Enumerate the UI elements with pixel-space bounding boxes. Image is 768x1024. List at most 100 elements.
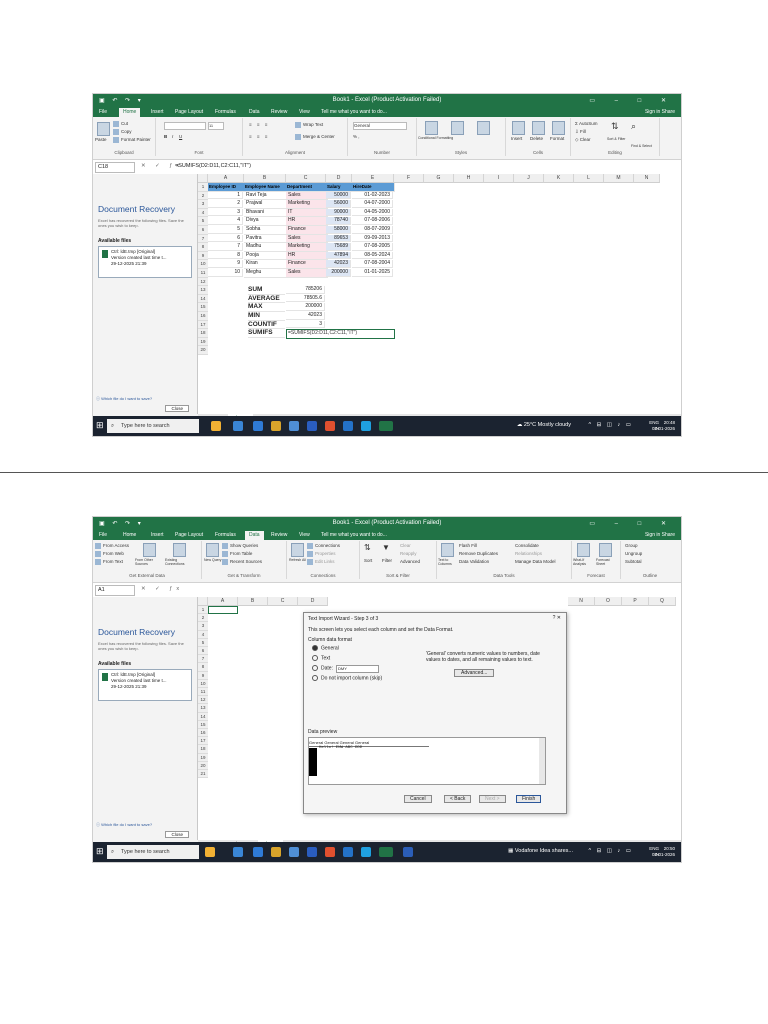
row-header-6[interactable]: 6 bbox=[198, 647, 208, 656]
underline-button[interactable]: U bbox=[179, 134, 182, 139]
row-header-21[interactable]: 21 bbox=[198, 770, 208, 779]
taskbar-search-box[interactable]: ⌕ Type here to search bbox=[107, 845, 199, 859]
column-header-b[interactable]: B bbox=[238, 597, 268, 606]
next-button[interactable]: Next > bbox=[479, 795, 506, 803]
row-header-19[interactable]: 19 bbox=[198, 337, 208, 347]
table-cell[interactable]: 47894 bbox=[326, 251, 351, 260]
row-header-1[interactable]: 1 bbox=[198, 606, 208, 615]
row-header-11[interactable]: 11 bbox=[198, 269, 208, 278]
chrome-icon[interactable] bbox=[325, 421, 335, 431]
column-header-o[interactable]: O bbox=[595, 597, 622, 606]
tab-page-layout[interactable]: Page Layout bbox=[175, 532, 203, 538]
worksheet-grid[interactable]: A B C D E F G H I J K L M N 1 2 3 4 5 6 7 8 9 10 11 12 13 14 15 16 17 1… bbox=[198, 174, 681, 414]
table-cell[interactable]: 01-02-2023 bbox=[352, 191, 393, 200]
column-header-h[interactable]: H bbox=[454, 174, 484, 183]
tab-home[interactable]: Home bbox=[119, 108, 141, 117]
cut-button[interactable]: Cut bbox=[113, 121, 128, 127]
row-header-5[interactable]: 5 bbox=[198, 217, 208, 226]
number-format-buttons[interactable]: % , bbox=[353, 134, 360, 139]
file-explorer-icon[interactable] bbox=[271, 847, 281, 857]
table-cell[interactable]: Finance bbox=[286, 260, 328, 269]
wrap-text-button[interactable]: Wrap Text bbox=[295, 122, 323, 128]
row-header-20[interactable]: 20 bbox=[198, 346, 208, 355]
tell-me-box[interactable]: Tell me what you want to do... bbox=[321, 532, 387, 538]
delete-button[interactable]: Delete bbox=[530, 136, 543, 141]
tab-data[interactable]: Data bbox=[249, 109, 260, 115]
row-header-4[interactable]: 4 bbox=[198, 208, 208, 218]
radio-general[interactable]: General bbox=[312, 645, 339, 651]
mail-icon[interactable] bbox=[307, 847, 317, 857]
merge-center-button[interactable]: Merge & Center bbox=[295, 134, 335, 140]
excel-taskbar-icon[interactable] bbox=[379, 421, 393, 431]
table-cell[interactable]: 78740 bbox=[326, 217, 351, 225]
store-icon[interactable] bbox=[289, 421, 299, 431]
column-header-i[interactable]: I bbox=[484, 174, 514, 183]
table-cell[interactable]: Pooja bbox=[244, 251, 288, 261]
subtotal-button[interactable]: Subtotal bbox=[625, 559, 642, 564]
show-queries-button[interactable]: Show Queries bbox=[222, 543, 258, 549]
column-header-l[interactable]: L bbox=[574, 174, 604, 183]
active-cell-a1[interactable] bbox=[208, 606, 238, 615]
advanced-button[interactable]: Advanced... bbox=[454, 669, 495, 677]
recent-sources-button[interactable]: Recent Sources bbox=[222, 559, 262, 565]
recovered-file-item[interactable]: Ctrl: ldE.tmp [Original] Version created… bbox=[98, 669, 192, 701]
manage-data-model-button[interactable]: Manage Data Model bbox=[515, 559, 556, 564]
table-cell[interactable]: 09-09-2013 bbox=[352, 234, 393, 243]
table-cell[interactable]: 4 bbox=[208, 217, 243, 225]
filter-icon[interactable]: ▼ bbox=[382, 543, 390, 552]
table-cell[interactable]: 50000 bbox=[326, 191, 351, 200]
taskbar-clock[interactable]: 20:50 02-01-2026 bbox=[652, 846, 675, 858]
row-header-6[interactable]: 6 bbox=[198, 226, 208, 235]
store-icon[interactable] bbox=[289, 847, 299, 857]
table-cell[interactable]: 7 bbox=[208, 243, 243, 251]
file-explorer-icon[interactable] bbox=[271, 421, 281, 431]
tab-file[interactable]: File bbox=[99, 532, 107, 538]
column-header-e[interactable]: E bbox=[352, 174, 394, 183]
select-all-corner[interactable] bbox=[198, 174, 208, 183]
from-other-sources-button[interactable]: From Other Sources bbox=[135, 558, 161, 566]
formula-bar-buttons[interactable]: ✕ ✓ ƒx bbox=[141, 586, 183, 592]
word-taskbar-icon[interactable] bbox=[403, 847, 413, 857]
row-header-7[interactable]: 7 bbox=[198, 655, 208, 664]
windows-start-icon[interactable]: ⊞ bbox=[96, 846, 104, 857]
task-view-icon[interactable] bbox=[233, 421, 243, 431]
column-header-b[interactable]: B bbox=[244, 174, 286, 183]
what-if-button[interactable]: What-If Analysis bbox=[573, 558, 595, 566]
summary-label[interactable]: MAX bbox=[248, 303, 285, 312]
tab-insert[interactable]: Insert bbox=[151, 532, 164, 538]
row-header-15[interactable]: 15 bbox=[198, 720, 208, 729]
column-header-c[interactable]: C bbox=[286, 174, 326, 183]
tab-view[interactable]: View bbox=[299, 109, 310, 115]
forecast-sheet-icon[interactable] bbox=[599, 543, 612, 557]
tab-page-layout[interactable]: Page Layout bbox=[175, 109, 203, 115]
edit-links-button[interactable]: Edit Links bbox=[307, 559, 335, 565]
column-header-c[interactable]: C bbox=[268, 597, 298, 606]
select-all-corner[interactable] bbox=[198, 597, 208, 606]
table-cell[interactable]: Madhu bbox=[244, 243, 288, 252]
new-query-button[interactable]: New Query bbox=[204, 558, 222, 562]
font-name-dropdown[interactable] bbox=[164, 122, 206, 130]
row-header-12[interactable]: 12 bbox=[198, 696, 208, 705]
advanced-filter-button[interactable]: Advanced bbox=[400, 559, 420, 564]
table-cell[interactable]: 89653 bbox=[326, 234, 351, 243]
row-header-13[interactable]: 13 bbox=[198, 704, 208, 713]
column-header-g[interactable]: G bbox=[424, 174, 454, 183]
fill-button[interactable]: ⇩ Fill bbox=[575, 129, 586, 135]
row-header-14[interactable]: 14 bbox=[198, 294, 208, 304]
finish-button[interactable]: Finish bbox=[516, 795, 542, 803]
format-as-table-icon[interactable] bbox=[451, 121, 464, 135]
tab-review[interactable]: Review bbox=[271, 532, 287, 538]
table-cell[interactable]: Sales bbox=[286, 234, 328, 244]
row-header-12[interactable]: 12 bbox=[198, 277, 208, 287]
windows-start-icon[interactable]: ⊞ bbox=[96, 420, 104, 431]
column-header-q[interactable]: Q bbox=[649, 597, 676, 606]
sort-button[interactable]: Sort bbox=[364, 558, 372, 563]
ungroup-button[interactable]: Ungroup bbox=[625, 551, 642, 556]
column-header-n[interactable]: N bbox=[634, 174, 660, 183]
summary-label[interactable]: SUM bbox=[248, 286, 285, 295]
clear-filter-button[interactable]: Clear bbox=[400, 543, 411, 548]
italic-button[interactable]: I bbox=[172, 134, 173, 139]
chrome-icon[interactable] bbox=[325, 847, 335, 857]
insert-button[interactable]: Insert bbox=[511, 136, 522, 141]
column-header-a[interactable]: A bbox=[208, 174, 244, 183]
